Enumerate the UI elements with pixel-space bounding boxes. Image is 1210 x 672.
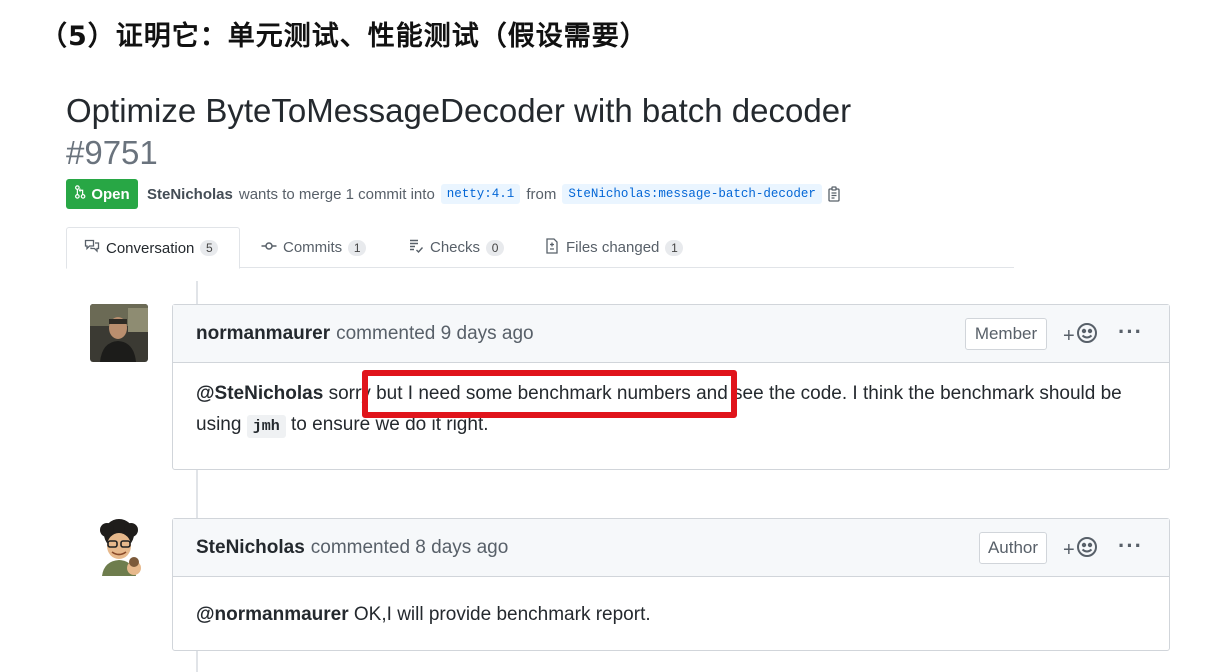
slide-heading: （5）证明它：单元测试、性能测试（假设需要） [40, 21, 648, 52]
pr-state-label: Open [91, 185, 130, 203]
pr-state-badge: Open [66, 179, 138, 209]
timeline-line [196, 470, 198, 518]
smiley-icon [1076, 536, 1098, 564]
tab-conversation-label: Conversation [106, 239, 195, 257]
tab-checks[interactable]: Checks 0 [408, 227, 505, 268]
base-branch[interactable]: netty:4.1 [440, 184, 521, 204]
user-mention-link[interactable]: @SteNicholas [196, 383, 323, 404]
head-branch[interactable]: SteNicholas:message-batch-decoder [562, 184, 822, 204]
comment-body: @SteNicholas sorry but I need some bench… [173, 363, 1169, 442]
git-pull-request-icon [74, 185, 86, 203]
merge-text: wants to merge 1 commit into [238, 185, 435, 203]
add-reaction-button[interactable]: + [1063, 322, 1098, 350]
inline-code: jmh [246, 415, 286, 438]
avatar-normanmaurer[interactable] [90, 304, 148, 362]
pr-tab-bar: Conversation 5 Commits 1 Checks 0 Files … [66, 227, 1014, 269]
comment-timestamp[interactable]: commented 9 days ago [336, 323, 534, 345]
comment-card: SteNicholas commented 8 days ago Author … [172, 518, 1170, 651]
git-commit-icon [261, 238, 277, 258]
tab-commits-count: 1 [348, 239, 367, 256]
comment-author-link[interactable]: normanmaurer [196, 323, 330, 345]
pr-author-link[interactable]: SteNicholas [147, 186, 233, 203]
tab-commits-label: Commits [283, 239, 343, 256]
role-badge: Author [979, 532, 1047, 564]
comment-author-link[interactable]: SteNicholas [196, 537, 305, 559]
comment-timestamp[interactable]: commented 8 days ago [311, 537, 509, 559]
comment-header: SteNicholas commented 8 days ago Author … [173, 519, 1169, 577]
tab-checks-label: Checks [430, 239, 481, 256]
role-badge: Member [965, 318, 1047, 350]
timeline-line [196, 281, 198, 305]
tab-files-changed-count: 1 [665, 239, 684, 256]
tab-files-changed-label: Files changed [566, 239, 660, 256]
add-reaction-button[interactable]: + [1063, 536, 1098, 564]
from-text: from [526, 185, 557, 203]
checklist-icon [408, 238, 424, 258]
avatar-stenicholas[interactable] [92, 518, 150, 576]
comment-discussion-icon [84, 238, 100, 258]
more-options-button[interactable]: ··· [1118, 533, 1143, 559]
timeline-line [196, 651, 198, 672]
more-options-button[interactable]: ··· [1118, 319, 1143, 345]
tab-checks-count: 0 [486, 239, 505, 256]
comment-text: to ensure we do it right. [291, 414, 489, 435]
smiley-icon [1076, 322, 1098, 350]
file-diff-icon [544, 237, 560, 258]
user-mention-link[interactable]: @normanmaurer [196, 604, 349, 625]
reaction-plus: + [1063, 538, 1075, 561]
clipboard-copy-icon[interactable] [828, 186, 842, 202]
comment-text: OK,I will provide benchmark report. [353, 604, 651, 625]
tab-files-changed[interactable]: Files changed 1 [544, 227, 684, 268]
tab-conversation-count: 5 [200, 240, 219, 256]
tab-commits[interactable]: Commits 1 [261, 227, 367, 268]
reaction-plus: + [1063, 324, 1075, 347]
comment-body: @normanmaurer OK,I will provide benchmar… [173, 577, 1169, 630]
comment-header: normanmaurer commented 9 days ago Member… [173, 305, 1169, 363]
comment-card: normanmaurer commented 9 days ago Member… [172, 304, 1170, 470]
pr-number: #9751 [66, 134, 158, 171]
pr-title: Optimize ByteToMessageDecoder with batch… [66, 92, 852, 129]
pr-merge-info: SteNicholas wants to merge 1 commit into… [147, 184, 842, 204]
tab-conversation[interactable]: Conversation 5 [66, 227, 240, 269]
